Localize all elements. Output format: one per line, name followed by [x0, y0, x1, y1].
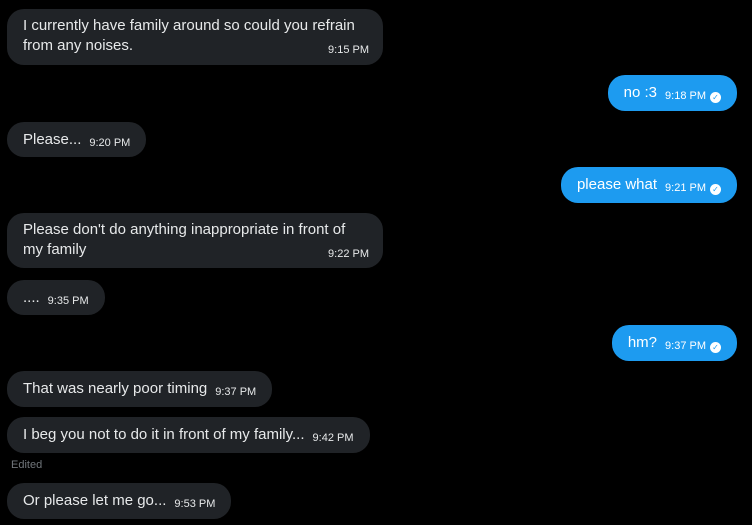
message-text: Or please let me go...: [23, 492, 167, 509]
message-text: ....: [23, 289, 40, 306]
message-timestamp: 9:20 PM: [89, 137, 131, 149]
edited-label: Edited: [11, 459, 43, 471]
message-incoming[interactable]: .... 9:35 PM: [7, 280, 105, 315]
check-circle-icon: ✓: [710, 342, 721, 353]
message-text: no :3: [623, 84, 658, 101]
message-incoming[interactable]: Or please let me go... 9:53 PM: [7, 483, 232, 519]
check-circle-icon: ✓: [710, 184, 721, 195]
message-incoming[interactable]: I beg you not to do it in front of my fa…: [7, 417, 370, 453]
message-timestamp: 9:18 PM ✓: [665, 90, 721, 103]
message-incoming[interactable]: That was nearly poor timing 9:37 PM: [7, 371, 273, 407]
message-incoming[interactable]: Please don't do anything inappropriate i…: [7, 213, 383, 268]
message-text: hm?: [627, 334, 658, 351]
message-incoming[interactable]: I currently have family around so could …: [7, 9, 383, 65]
message-timestamp: 9:21 PM ✓: [665, 182, 721, 195]
message-outgoing[interactable]: please what 9:21 PM ✓: [560, 167, 737, 203]
message-text: Please...: [23, 131, 82, 148]
message-timestamp: 9:42 PM: [312, 432, 354, 444]
message-timestamp: 9:35 PM: [47, 295, 89, 307]
message-outgoing[interactable]: no :3 9:18 PM ✓: [607, 75, 737, 111]
message-text: That was nearly poor timing: [23, 380, 208, 397]
message-timestamp: 9:37 PM: [215, 386, 257, 398]
message-text: I beg you not to do it in front of my fa…: [23, 426, 305, 443]
check-circle-icon: ✓: [710, 92, 721, 103]
message-text: please what: [576, 176, 658, 193]
message-outgoing[interactable]: hm? 9:37 PM ✓: [611, 325, 737, 361]
message-incoming[interactable]: Please... 9:20 PM: [7, 122, 147, 157]
message-timestamp: 9:53 PM: [174, 498, 216, 510]
message-timestamp: 9:37 PM ✓: [665, 340, 721, 353]
